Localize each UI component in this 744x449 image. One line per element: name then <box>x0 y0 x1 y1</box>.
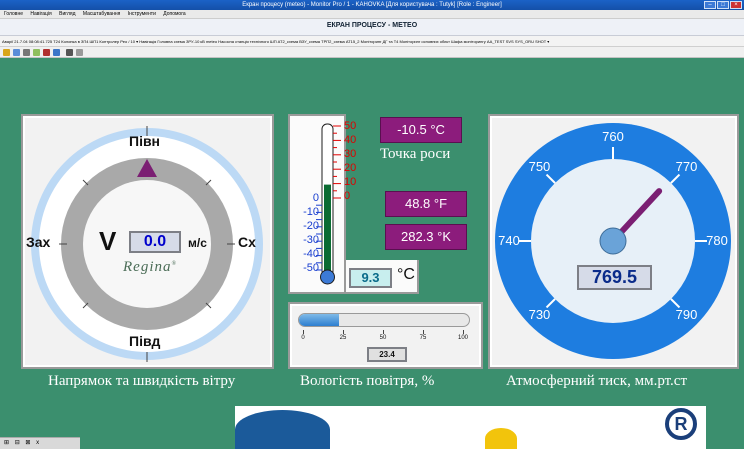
print-icon[interactable] <box>23 49 30 56</box>
temp-tick-label: -40 <box>303 248 319 260</box>
grid-icon[interactable] <box>13 49 20 56</box>
pressure-hub <box>599 227 627 255</box>
humidity-caption: Вологість повітря, % <box>300 373 435 389</box>
menu-item-main[interactable]: Головне <box>4 11 23 17</box>
menu-item-zoom[interactable]: Масштабування <box>83 11 120 17</box>
humidity-scale: 0 25 50 75 100 <box>301 330 468 346</box>
temp-tick-label: -30 <box>303 234 319 246</box>
taskbar-item-4[interactable]: x <box>36 438 39 449</box>
close-button[interactable]: × <box>730 1 742 9</box>
pressure-tick-label: 740 <box>498 233 520 248</box>
humidity-tick-label: 75 <box>419 335 427 341</box>
speed-v-label: V <box>99 226 117 256</box>
menu-item-navigation[interactable]: Навігація <box>30 11 51 17</box>
folder-icon[interactable] <box>66 49 73 56</box>
kelvin-value: 282.3 °K <box>385 224 467 250</box>
menu-item-view[interactable]: Вигляд <box>59 11 75 17</box>
stop-icon[interactable] <box>43 49 50 56</box>
temperature-value: 9.3 <box>349 268 392 288</box>
pressure-tick-label: 790 <box>675 306 698 322</box>
humidity-bar-fill <box>299 314 339 326</box>
pressure-gauge <box>495 123 731 359</box>
east-label: Сх <box>238 234 256 250</box>
humidity-tick <box>343 330 344 334</box>
humidity-tick-label: 100 <box>457 335 468 341</box>
humidity-tick-label: 25 <box>339 335 347 341</box>
wind-panel: Півн Півд Зах Сх V 0.0 м/с Regina® <box>21 114 274 369</box>
humidity-panel: 0 25 50 75 100 23.4 <box>288 302 483 369</box>
wind-caption: Напрямок та швидкість вітру <box>48 373 236 389</box>
humidity-tick <box>423 330 424 334</box>
app-window: { "window": {"title": "Екран процесу (me… <box>0 0 744 449</box>
humidity-bar <box>298 313 470 327</box>
temp-tick-label: -20 <box>303 220 319 232</box>
minimize-button[interactable]: – <box>704 1 716 9</box>
navigation-strip-text: Аварії 21.7.04 08:08:41.725 T24 Колонка … <box>2 39 550 44</box>
humidity-tick <box>383 330 384 334</box>
brand-logo-text: Regina <box>123 259 172 275</box>
brand-registered-mark: ® <box>171 261 178 267</box>
screen-title-bar: ЕКРАН ПРОЦЕСУ - МЕТЕО <box>0 19 744 36</box>
navigation-strip[interactable]: Аварії 21.7.04 08:08:41.725 T24 Колонка … <box>0 36 744 47</box>
pressure-tick-label: 750 <box>528 159 551 175</box>
registered-icon: R <box>665 408 697 440</box>
pressure-value: 769.5 <box>577 265 652 290</box>
maximize-button[interactable]: □ <box>717 1 729 9</box>
pressure-tick-label: 760 <box>602 129 624 144</box>
thermometer-mercury <box>324 184 331 274</box>
menu-item-help[interactable]: Допомога <box>163 11 185 17</box>
temp-tick-label: 50 <box>344 120 357 132</box>
logo-accent-icon <box>485 428 517 449</box>
humidity-tick-label: 0 <box>301 335 305 341</box>
bottom-logo-area: R <box>235 406 706 449</box>
west-label: Зах <box>26 234 51 250</box>
temperature-unit: °C <box>397 266 415 283</box>
fahrenheit-value: 48.8 °F <box>385 191 467 217</box>
wind-speed-value: 0.0 <box>129 231 181 253</box>
taskbar-item-2[interactable]: ⊟ <box>15 438 20 449</box>
window-controls: – □ × <box>704 1 742 9</box>
temp-tick-label: 40 <box>344 134 357 146</box>
humidity-tick-label: 50 <box>379 335 387 341</box>
temp-tick-label: 20 <box>344 162 357 174</box>
window-icon[interactable] <box>76 49 83 56</box>
temp-tick-label: 30 <box>344 148 357 160</box>
south-label: Півд <box>129 333 161 349</box>
company-logo-icon <box>235 410 330 449</box>
taskbar-item-1[interactable]: ⊞ <box>4 438 9 449</box>
brand-logo: Regina® <box>123 259 177 276</box>
temp-tick-label: 0 <box>344 190 351 202</box>
menu-bar: Головне Навігація Вигляд Масштабування І… <box>0 10 744 19</box>
wind-speed-unit: м/с <box>188 236 207 250</box>
home-icon[interactable] <box>3 49 10 56</box>
humidity-tick <box>303 330 304 334</box>
pressure-tick-label: 780 <box>706 233 728 248</box>
pressure-caption: Атмосферний тиск, мм.рт.ст <box>506 373 688 389</box>
info-icon[interactable] <box>53 49 60 56</box>
toolbar <box>0 47 744 58</box>
dew-point-label: Точка роси <box>380 146 451 162</box>
temp-tick-label: 0 <box>312 192 319 204</box>
taskbar: ⊞ ⊟ ⊠ x <box>0 437 80 449</box>
taskbar-item-3[interactable]: ⊠ <box>25 438 30 449</box>
pressure-tick-label: 770 <box>675 159 698 175</box>
temp-tick-label: -50 <box>303 262 319 274</box>
temp-tick-label: 10 <box>344 176 357 188</box>
humidity-tick <box>463 330 464 334</box>
pressure-panel: 730 740 750 760 770 780 790 769.5 <box>488 114 739 369</box>
screen-title: ЕКРАН ПРОЦЕСУ - МЕТЕО <box>326 22 418 29</box>
thermometer-bulb <box>320 269 335 285</box>
dew-point-value: -10.5 °C <box>380 117 462 143</box>
window-title: Екран процесу (meteo) - Monitor Pro / 1 … <box>242 2 502 8</box>
north-label: Півн <box>129 133 161 149</box>
pressure-tick-label: 730 <box>528 306 551 322</box>
menu-item-tools[interactable]: Інструменти <box>128 11 156 17</box>
temp-tick-label: -10 <box>303 206 319 218</box>
alarm-icon[interactable] <box>33 49 40 56</box>
window-titlebar: Екран процесу (meteo) - Monitor Pro / 1 … <box>0 0 744 10</box>
humidity-value: 23.4 <box>367 347 407 362</box>
